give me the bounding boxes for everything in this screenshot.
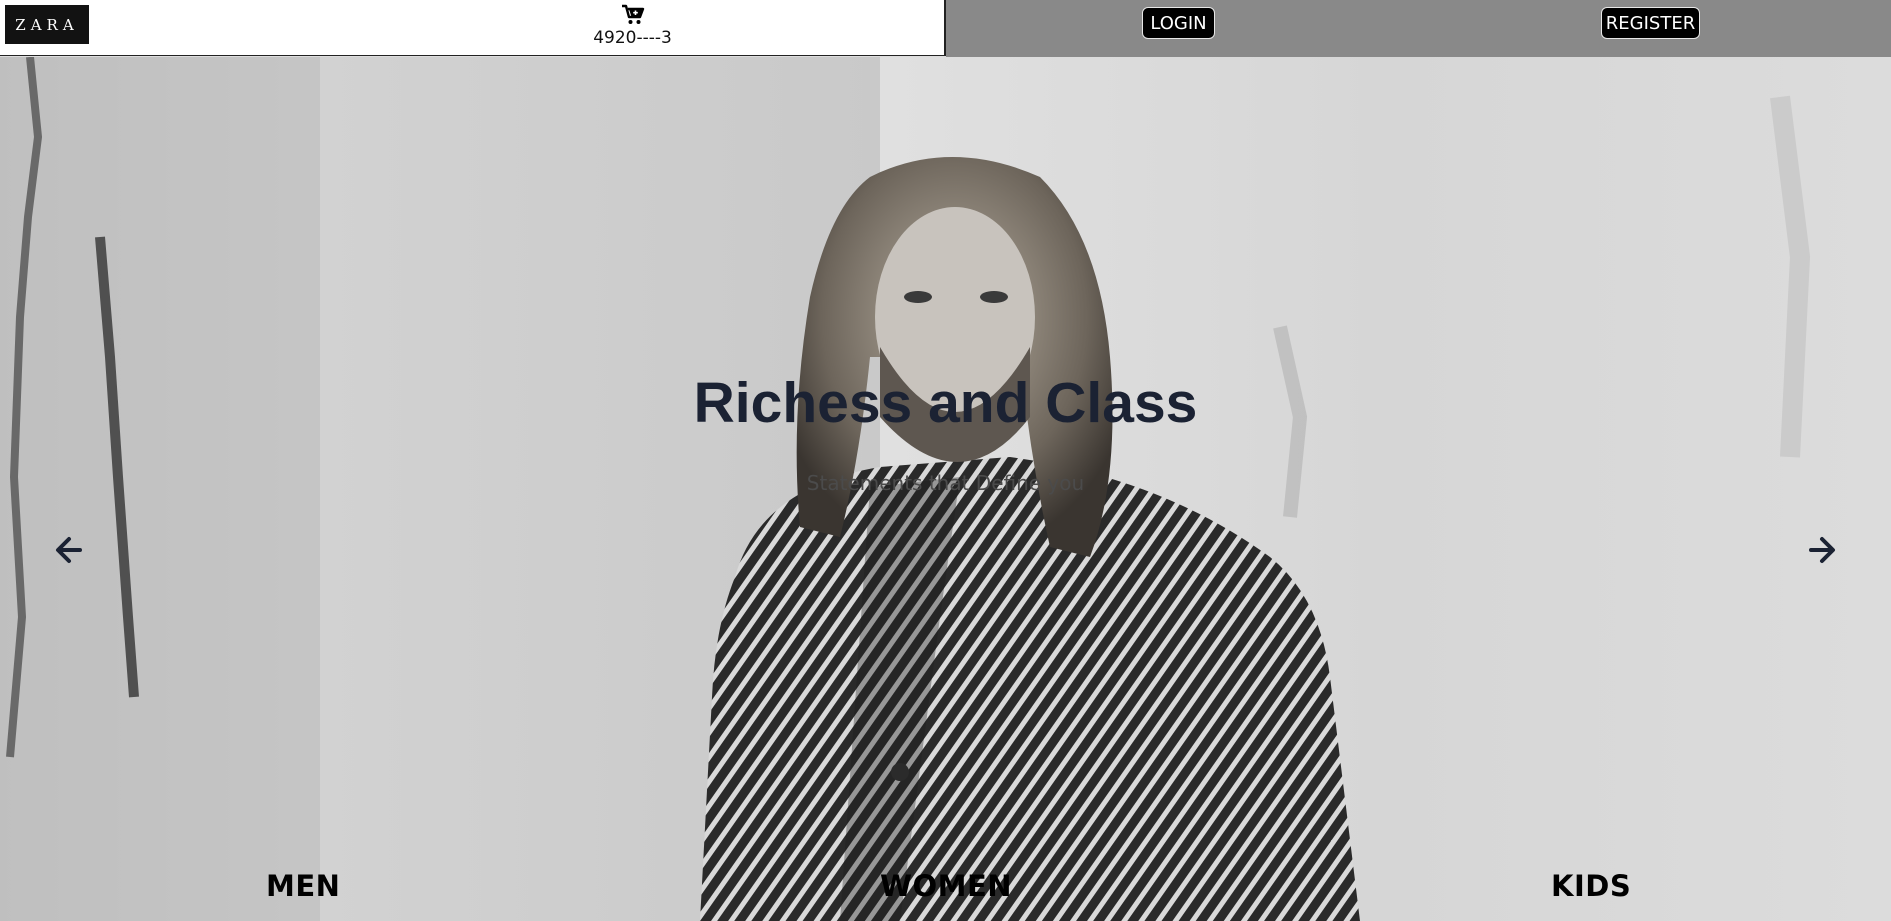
- register-button[interactable]: REGISTER: [1601, 7, 1700, 39]
- navbar-right-section: [946, 0, 1891, 57]
- category-men-link[interactable]: MEN: [266, 869, 340, 903]
- hero-title: Richess and Class: [693, 371, 1198, 435]
- zara-logo[interactable]: ZARA: [5, 5, 89, 44]
- category-women-link[interactable]: WOMEN: [880, 869, 1012, 903]
- cart-plus-icon: [621, 4, 644, 24]
- navbar-left-section: ZARA 4920----3: [0, 0, 946, 56]
- cart-button[interactable]: 4920----3: [580, 4, 685, 54]
- hero-carousel: Richess and Class Statements that Define…: [0, 57, 1891, 921]
- hero-subtitle: Statements that Define you: [806, 471, 1085, 495]
- top-navbar: ZARA 4920----3 LOGIN REGISTER: [0, 0, 1891, 57]
- cart-count: 4920----3: [593, 28, 672, 48]
- category-kids-link[interactable]: KIDS: [1551, 869, 1631, 903]
- arrow-left-icon[interactable]: [52, 533, 86, 567]
- arrow-right-icon[interactable]: [1805, 533, 1839, 567]
- login-button[interactable]: LOGIN: [1142, 7, 1215, 39]
